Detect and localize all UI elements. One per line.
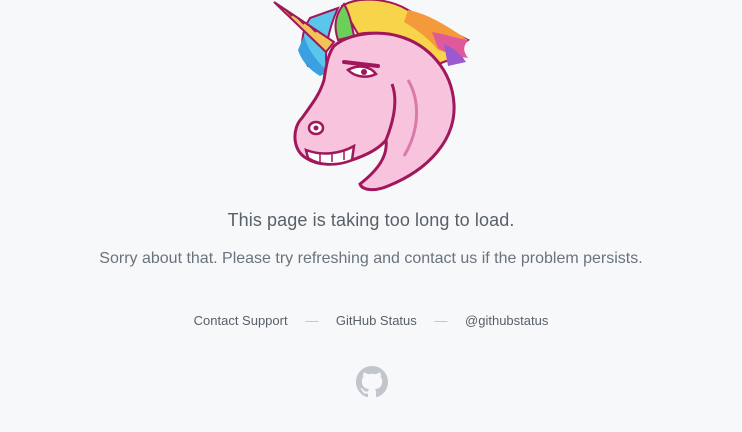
footer-links: Contact Support — GitHub Status — @githu… (0, 313, 742, 328)
githubstatus-twitter-link[interactable]: @githubstatus (465, 313, 548, 328)
contact-support-link[interactable]: Contact Support (194, 313, 288, 328)
github-octocat-icon[interactable] (356, 366, 388, 398)
error-page: This page is taking too long to load. So… (0, 0, 742, 432)
link-separator: — (305, 313, 319, 328)
error-message: Sorry about that. Please try refreshing … (99, 250, 643, 267)
error-headline: This page is taking too long to load. (227, 210, 515, 230)
github-status-link[interactable]: GitHub Status (336, 313, 417, 328)
unicorn-illustration (273, 0, 471, 192)
link-separator: — (434, 313, 448, 328)
